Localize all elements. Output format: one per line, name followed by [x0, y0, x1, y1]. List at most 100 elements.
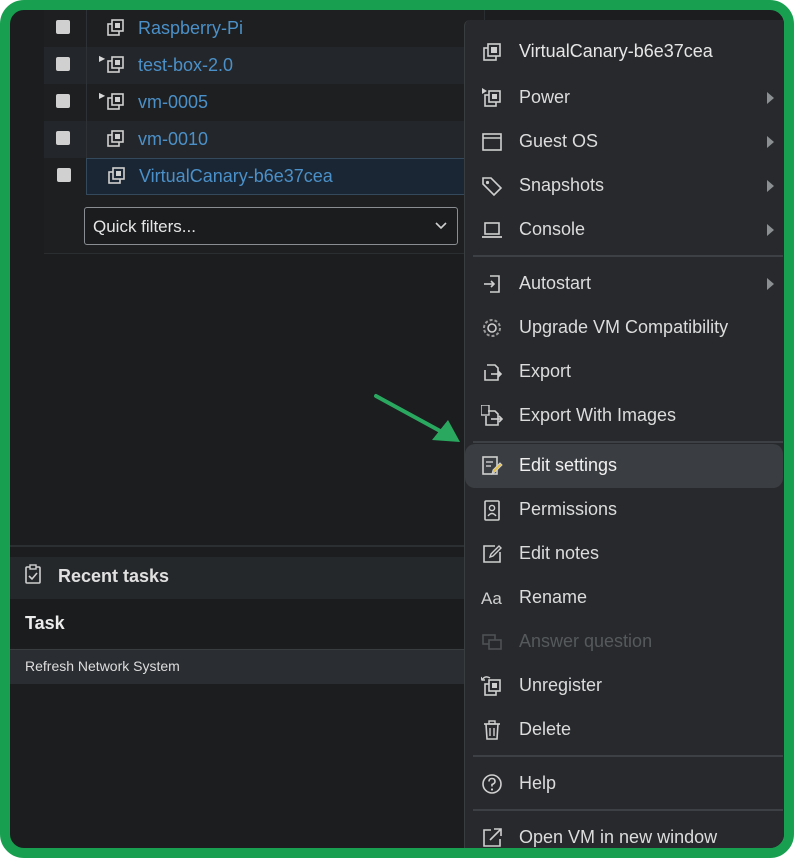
vm-row[interactable]: vm-0010	[44, 121, 484, 158]
trash-icon	[481, 719, 503, 741]
menu-item-label: Edit notes	[519, 543, 600, 563]
chevron-down-icon	[433, 217, 449, 233]
column-divider	[86, 10, 87, 47]
menu-item-export[interactable]: Export	[465, 350, 784, 394]
menu-item-label: Upgrade VM Compatibility	[519, 317, 729, 337]
menu-item-guest-os[interactable]: Guest OS	[465, 120, 784, 164]
screenshot-frame: Raspberry-Pi ▶ test-box-2.0 ▶ vm-0005 vm…	[0, 0, 794, 858]
menu-item-snapshots[interactable]: Snapshots	[465, 164, 784, 208]
task-column-label: Task	[25, 613, 65, 633]
menu-header: VirtualCanary-b6e37cea	[465, 30, 784, 74]
submenu-arrow-icon	[767, 278, 774, 290]
login-icon	[481, 273, 503, 295]
menu-item-label: Power	[519, 87, 571, 107]
menu-item-upgrade-compatibility[interactable]: Upgrade VM Compatibility	[465, 306, 784, 350]
laptop-icon	[481, 219, 503, 241]
menu-item-power[interactable]: Power	[465, 76, 784, 120]
menu-item-label: Edit settings	[519, 455, 618, 475]
menu-item-label: Permissions	[519, 499, 618, 519]
vm-name-link[interactable]: vm-0005	[138, 92, 208, 113]
menu-item-label: Autostart	[519, 273, 592, 293]
row-checkbox[interactable]	[56, 57, 70, 71]
menu-item-label: Snapshots	[519, 175, 605, 195]
edit-settings-icon	[481, 455, 503, 477]
panel-divider[interactable]	[10, 545, 470, 547]
vm-icon	[106, 18, 126, 38]
menu-header-title: VirtualCanary-b6e37cea	[519, 41, 713, 61]
vm-icon	[106, 55, 126, 75]
vm-row-selected[interactable]: VirtualCanary-b6e37cea	[57, 158, 484, 195]
row-checkbox[interactable]	[56, 94, 70, 108]
vm-name-link[interactable]: VirtualCanary-b6e37cea	[139, 166, 333, 187]
menu-item-edit-notes[interactable]: Edit notes	[465, 532, 784, 576]
menu-separator	[473, 255, 783, 257]
task-row[interactable]: Refresh Network System	[10, 649, 470, 684]
menu-separator	[473, 809, 783, 811]
annotation-arrow-icon	[374, 394, 460, 442]
upgrade-gear-icon	[481, 317, 503, 339]
chat-bubble-icon	[481, 631, 503, 653]
tag-icon	[481, 175, 503, 197]
menu-item-rename[interactable]: Aa Rename	[465, 576, 784, 620]
submenu-arrow-icon	[767, 224, 774, 236]
menu-item-answer-question[interactable]: Answer question	[465, 620, 784, 664]
row-checkbox[interactable]	[56, 20, 70, 34]
vm-icon	[106, 92, 126, 112]
vm-row[interactable]: ▶ vm-0005	[44, 84, 484, 121]
menu-item-delete[interactable]: Delete	[465, 708, 784, 752]
menu-item-label: Answer question	[519, 631, 653, 651]
vm-power-icon	[481, 87, 503, 109]
window-icon	[481, 131, 503, 153]
recent-tasks-header[interactable]: Recent tasks	[10, 557, 470, 599]
menu-item-console[interactable]: Console	[465, 208, 784, 252]
recent-tasks-title: Recent tasks	[58, 566, 170, 586]
task-column-header[interactable]: Task	[10, 599, 470, 647]
rename-text-icon: Aa	[481, 589, 502, 608]
menu-item-permissions[interactable]: Permissions	[465, 488, 784, 532]
menu-item-label: Help	[519, 773, 557, 793]
quick-filters-select[interactable]: Quick filters...	[84, 207, 458, 245]
menu-item-edit-settings[interactable]: Edit settings	[465, 444, 783, 488]
submenu-arrow-icon	[767, 180, 774, 192]
external-link-icon	[481, 827, 503, 848]
row-checkbox[interactable]	[56, 131, 70, 145]
vm-name-link[interactable]: Raspberry-Pi	[138, 18, 243, 39]
edit-note-icon	[481, 543, 503, 565]
vm-icon	[107, 166, 127, 186]
vm-context-menu: VirtualCanary-b6e37cea Power Guest OS Sn…	[464, 20, 784, 848]
quick-filters-placeholder: Quick filters...	[93, 217, 196, 236]
vm-list: Raspberry-Pi ▶ test-box-2.0 ▶ vm-0005 vm…	[44, 10, 485, 254]
menu-item-open-new-window[interactable]: Open VM in new window	[465, 816, 784, 848]
export-images-icon	[481, 405, 503, 427]
column-divider	[86, 121, 87, 158]
menu-item-unregister[interactable]: Unregister	[465, 664, 784, 708]
vm-name-link[interactable]: vm-0010	[138, 129, 208, 150]
expand-triangle-icon[interactable]: ▶	[99, 54, 105, 63]
menu-item-help[interactable]: Help	[465, 762, 784, 806]
column-divider	[86, 84, 87, 121]
menu-item-label: Delete	[519, 719, 572, 739]
vm-name-link[interactable]: test-box-2.0	[138, 55, 233, 76]
id-badge-icon	[481, 499, 503, 521]
menu-separator	[473, 755, 783, 757]
export-icon	[481, 361, 503, 383]
column-divider	[86, 47, 87, 84]
task-name: Refresh Network System	[25, 658, 180, 674]
vm-icon	[106, 129, 126, 149]
expand-triangle-icon[interactable]: ▶	[99, 91, 105, 100]
menu-item-label: Export	[519, 361, 572, 381]
submenu-arrow-icon	[767, 136, 774, 148]
menu-item-label: Export With Images	[519, 405, 677, 425]
menu-item-label: Unregister	[519, 675, 603, 695]
vm-row[interactable]: ▶ test-box-2.0	[44, 47, 484, 84]
menu-item-label: Rename	[519, 587, 588, 607]
menu-item-export-with-images[interactable]: Export With Images	[465, 394, 784, 438]
submenu-arrow-icon	[767, 92, 774, 104]
menu-separator	[473, 441, 783, 443]
help-circle-icon	[481, 773, 503, 795]
unregister-vm-icon	[481, 675, 503, 697]
menu-item-label: Console	[519, 219, 586, 239]
menu-item-autostart[interactable]: Autostart	[465, 262, 784, 306]
row-checkbox[interactable]	[57, 168, 71, 182]
vm-row[interactable]: Raspberry-Pi	[44, 10, 484, 47]
